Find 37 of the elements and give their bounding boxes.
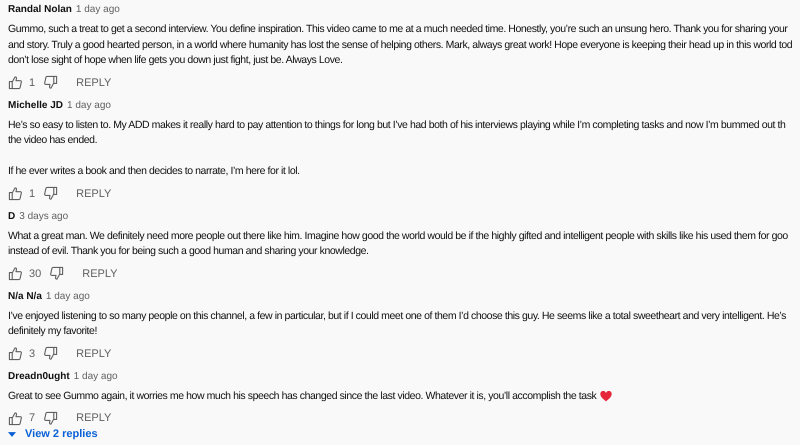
like-count: 7 (29, 412, 36, 424)
comment-text: What a great man. We definitely need more people out there like him. Imagine how good the world would be if the highly gifted and intelligent people with skills like his used them for goo instead of evil. Thank you for being such a good human and sharing your knowledge. (8, 228, 788, 259)
author-name: N/a N/a (8, 290, 42, 302)
reply-button[interactable]: REPLY (66, 344, 122, 364)
thumbs-up-icon[interactable] (8, 186, 23, 201)
author-name: D (8, 210, 16, 222)
reply-button[interactable]: REPLY (66, 72, 122, 92)
comment-time: 3 days ago (19, 210, 68, 222)
comment-time: 1 day ago (76, 4, 120, 15)
reply-button[interactable]: REPLY (72, 264, 128, 284)
author-name: Michelle JD (8, 100, 64, 110)
reply-button[interactable]: REPLY (66, 184, 122, 204)
thumbs-up-icon[interactable] (8, 266, 23, 281)
thumbs-up-icon[interactable] (8, 75, 23, 90)
thumbs-down-icon[interactable] (43, 410, 58, 426)
thumbs-up-icon[interactable] (8, 346, 23, 361)
like-count: 1 (29, 188, 36, 200)
comment-time: 1 day ago (74, 370, 118, 382)
reply-button[interactable]: REPLY (66, 408, 122, 428)
comment-time: 1 day ago (67, 100, 111, 110)
thumbs-up-icon[interactable] (8, 410, 23, 426)
comment-text: I’ve enjoyed listening to so many people on this channel, a few in particular, but if I could meet one of them I’d choose this guy. He seems like a total sweetheart and very intelligent. He’s definitely my favorite! (8, 308, 786, 339)
comment-time: 1 day ago (46, 290, 90, 302)
comment-text: He’s so easy to listen to. My ADD makes it really hard to pay attention to things for long but I’ve had both of his interviews playing while I’m completing tasks and now I’m bummed out th the video has ended. If he ever writes a book and then decides to narrate, I’m here for it lol. (8, 118, 786, 179)
caret-icon (8, 432, 16, 436)
comment-text: Gummo, such a treat to get a second interview. You define inspiration. This video came to me at a much needed time. Honestly, you’re such an unsung hero. Thank you for sharing your and story. Truly a good hearted person, in a world where humanity has lost the sense of helping others. Mark, always great work! Hope everyone is keeping their head up in this world tod don’t lose sight of hope when life gets you down just fight, just be. Always Love. (8, 22, 792, 68)
like-count: 3 (29, 348, 36, 360)
comment-text: Great to see Gummo again, it worries me how much his speech has changed since the last video. Whatever it is, you’ll accomplish the task (8, 388, 596, 404)
thumbs-down-icon[interactable] (43, 346, 58, 361)
thumbs-down-icon[interactable] (49, 266, 64, 281)
view-replies-button[interactable]: View 2 replies (8, 426, 800, 442)
thumbs-down-icon[interactable] (43, 186, 58, 201)
author-name: Randal Nolan (8, 4, 72, 15)
thumbs-down-icon[interactable] (43, 75, 58, 90)
author-name: Dreadn0ught (8, 370, 70, 382)
like-count: 30 (29, 268, 42, 280)
like-count: 1 (29, 76, 36, 88)
